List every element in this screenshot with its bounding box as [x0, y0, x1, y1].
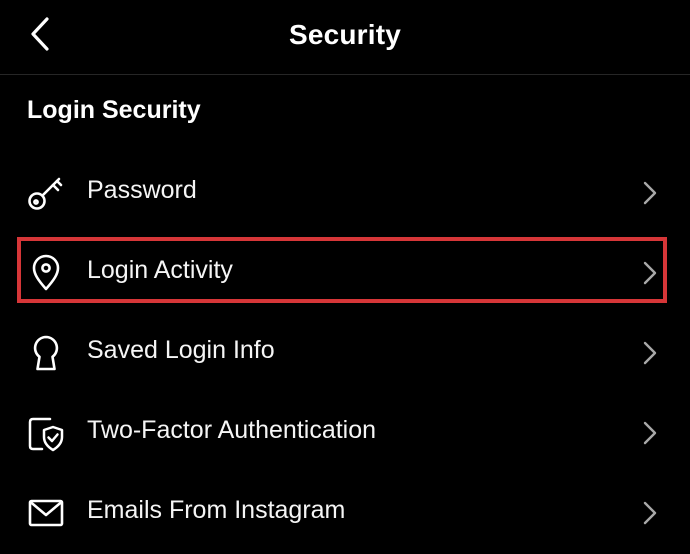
menu-item-two-factor-authentication[interactable]: Two-Factor Authentication: [0, 393, 690, 473]
menu-item-password[interactable]: Password: [0, 153, 690, 233]
top-nav-bar: Security: [0, 0, 690, 75]
chevron-right-icon: [636, 258, 664, 288]
menu-item-saved-login-info[interactable]: Saved Login Info: [0, 313, 690, 393]
key-icon: [26, 173, 66, 213]
menu-item-label: Emails From Instagram: [87, 496, 346, 524]
chevron-right-icon: [636, 418, 664, 448]
menu-item-label: Password: [87, 176, 197, 204]
page-title: Security: [288, 19, 402, 50]
menu-item-label: Login Activity: [87, 256, 233, 284]
chevron-right-icon: [636, 498, 664, 528]
chevron-right-icon: [636, 178, 664, 208]
keyhole-icon: [26, 333, 66, 373]
shield-check-icon: [26, 413, 66, 453]
chevron-right-icon: [636, 338, 664, 368]
envelope-icon: [26, 493, 66, 533]
menu-item-label: Saved Login Info: [87, 336, 275, 364]
menu-item-login-activity[interactable]: Login Activity: [0, 233, 690, 313]
section-title: Login Security: [27, 96, 201, 124]
location-pin-icon: [26, 253, 66, 293]
menu-item-label: Two-Factor Authentication: [87, 416, 377, 444]
menu-item-emails-from-instagram[interactable]: Emails From Instagram: [0, 473, 690, 553]
